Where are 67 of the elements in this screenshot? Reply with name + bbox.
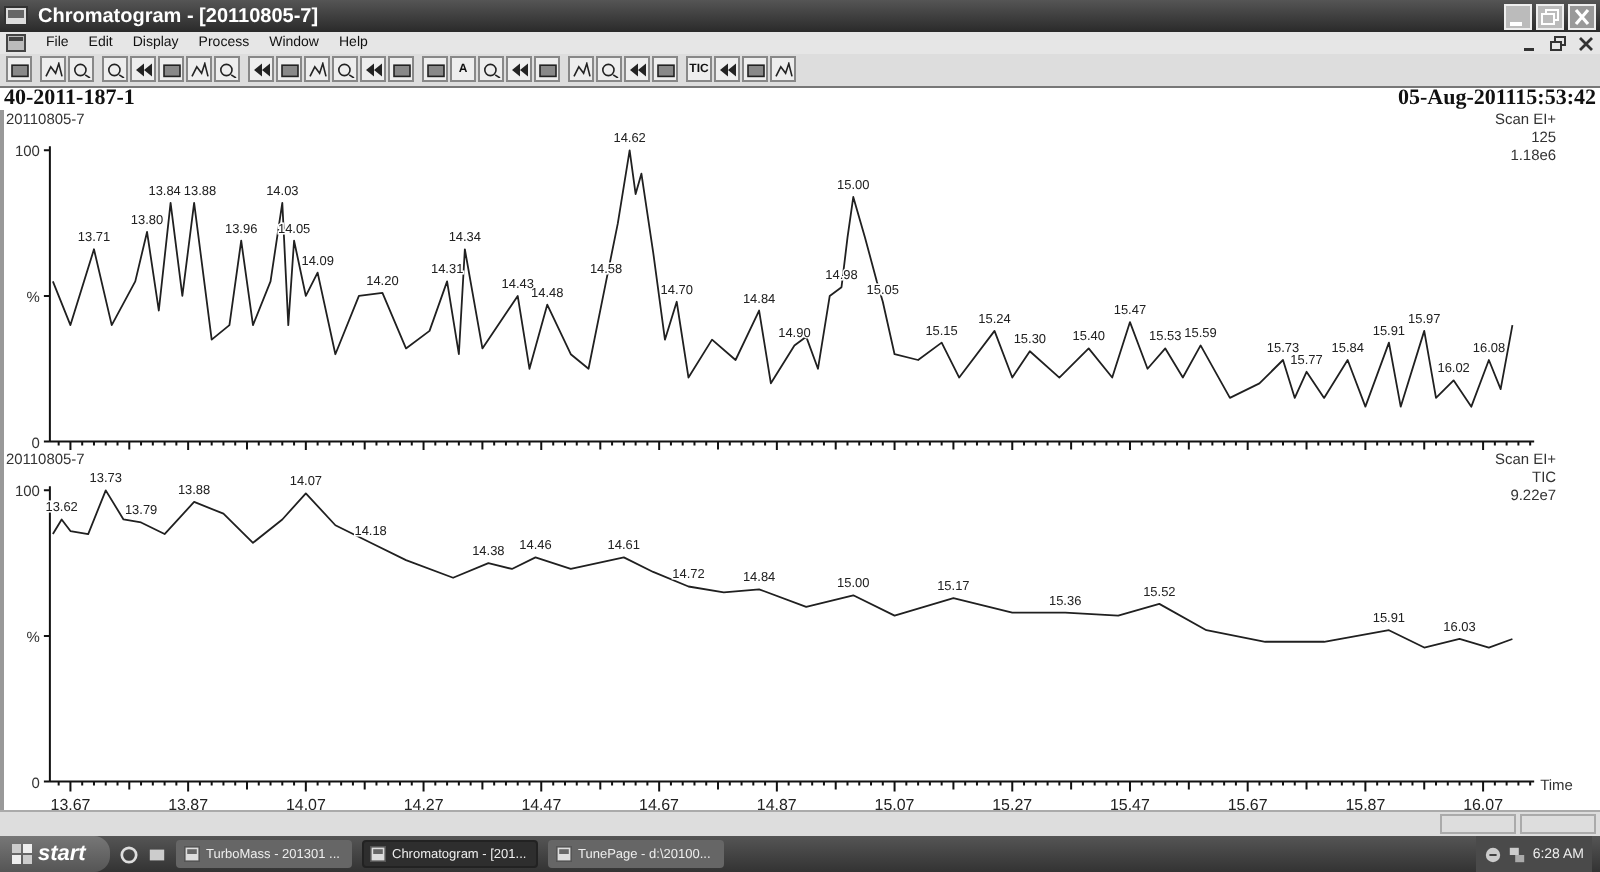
x-tick-label: 14.47 xyxy=(521,796,562,811)
x-tick-label: 15.27 xyxy=(992,796,1033,811)
toolbar-button[interactable] xyxy=(770,56,796,83)
toolbar-icon xyxy=(599,61,619,78)
flag-icon xyxy=(12,844,32,865)
toolbar-button[interactable] xyxy=(388,56,414,83)
x-tick-label: 15.07 xyxy=(874,796,915,811)
x-tick-label: 14.67 xyxy=(639,796,679,811)
toolbar-button[interactable] xyxy=(186,56,212,83)
minimize-icon[interactable] xyxy=(1504,3,1532,30)
toolbar-button[interactable] xyxy=(102,56,128,83)
toolbar-button[interactable] xyxy=(568,56,594,83)
window-title: Chromatogram - [20110805-7] xyxy=(38,5,319,28)
toolbar-button[interactable] xyxy=(68,56,94,83)
sample-id: 40-2011-187-1 xyxy=(4,88,135,111)
window-icon xyxy=(370,846,386,863)
x-tick-label: 16.07 xyxy=(1463,796,1504,811)
toolbar-icon xyxy=(655,61,675,78)
toolbar-icon xyxy=(717,61,737,78)
window-icon xyxy=(184,846,200,863)
toolbar-button[interactable] xyxy=(360,56,386,83)
toolbar-button[interactable] xyxy=(506,56,532,83)
toolbar-button[interactable] xyxy=(276,56,302,83)
window-icon xyxy=(556,846,572,863)
toolbar-icon xyxy=(133,61,153,78)
tray-icon[interactable] xyxy=(1484,845,1503,864)
toolbar-button[interactable] xyxy=(130,56,156,83)
toolbar-button[interactable] xyxy=(332,56,358,83)
restore-icon[interactable] xyxy=(1550,35,1566,52)
x-tick-label: 14.07 xyxy=(285,796,326,811)
x-tick-label: 15.47 xyxy=(1110,796,1150,811)
toolbar-button[interactable] xyxy=(652,56,678,83)
toolbar-button[interactable] xyxy=(534,56,560,83)
start-button[interactable]: start xyxy=(0,836,110,872)
toolbar-icon xyxy=(363,61,383,78)
toolbar-button[interactable] xyxy=(478,56,504,83)
x-tick-label: 13.87 xyxy=(168,796,209,811)
x-tick-label: 14.27 xyxy=(403,796,444,811)
toolbar-button[interactable] xyxy=(304,56,330,83)
toolbar-icon xyxy=(481,61,501,78)
restore-icon[interactable] xyxy=(1536,3,1564,30)
toolbar-button[interactable] xyxy=(40,56,66,83)
document-icon[interactable] xyxy=(6,34,26,53)
toolbar-button[interactable] xyxy=(742,56,768,83)
toolbar-button[interactable] xyxy=(6,56,32,83)
acquisition-date: 05-Aug-201115:53:42 xyxy=(1398,88,1596,111)
window-icon xyxy=(4,6,28,27)
toolbar-button[interactable] xyxy=(714,56,740,83)
toolbar-icon xyxy=(251,61,271,78)
toolbar-icon xyxy=(509,61,529,78)
network-icon[interactable] xyxy=(1508,845,1527,864)
toolbar-icon xyxy=(335,61,355,78)
x-tick-label: 14.87 xyxy=(756,796,797,811)
toolbar-button[interactable] xyxy=(422,56,448,83)
x-tick-label: 15.67 xyxy=(1227,796,1268,811)
toolbar-icon xyxy=(105,61,125,78)
close-icon[interactable] xyxy=(1578,35,1594,52)
toolbar-icon xyxy=(627,61,647,78)
x-tick-label: 13.67 xyxy=(50,796,91,811)
toolbar-icon xyxy=(71,61,91,78)
x-tick-label: 15.87 xyxy=(1345,796,1386,811)
toolbar-button[interactable] xyxy=(248,56,274,83)
toolbar-button[interactable] xyxy=(624,56,650,83)
toolbar-button[interactable] xyxy=(214,56,240,83)
toolbar-icon xyxy=(217,61,237,78)
toolbar-button[interactable] xyxy=(596,56,622,83)
toolbar-button[interactable] xyxy=(158,56,184,83)
